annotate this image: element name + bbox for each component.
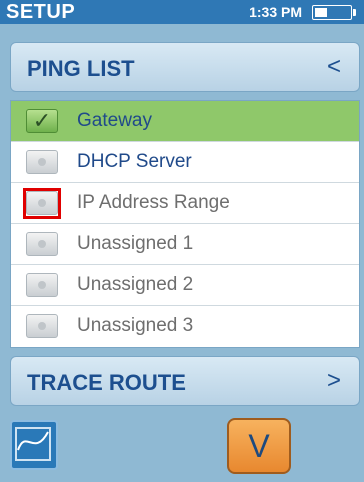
list-item-label: Unassigned 3 — [77, 315, 194, 336]
checkbox-dhcp-server[interactable] — [26, 150, 58, 174]
list-item-label: DHCP Server — [77, 151, 192, 172]
ping-list-label: PING LIST — [27, 56, 135, 81]
list-item-dhcp-server[interactable]: DHCP Server — [11, 142, 359, 183]
unchecked-dot-icon — [38, 281, 46, 289]
list-item-ip-address-range[interactable]: IP Address Range — [11, 183, 359, 224]
ping-list: ✓ Gateway DHCP Server IP Address Range U… — [10, 100, 360, 348]
trace-route-label: TRACE ROUTE — [27, 370, 186, 395]
checkbox-gateway[interactable]: ✓ — [26, 109, 58, 133]
chevron-left-icon: < — [326, 53, 341, 80]
clock: 1:33 PM — [249, 4, 302, 20]
status-bar: SETUP 1:33 PM — [0, 0, 364, 24]
list-item-label: Unassigned 2 — [77, 274, 194, 295]
battery-icon — [312, 5, 356, 20]
battery-level — [315, 8, 327, 17]
graph-button[interactable] — [10, 420, 58, 470]
checkbox-unassigned-3[interactable] — [26, 314, 58, 338]
selection-highlight — [23, 188, 61, 219]
unchecked-dot-icon — [38, 322, 46, 330]
graph-icon — [15, 427, 51, 461]
trace-route-button[interactable]: TRACE ROUTE > — [10, 356, 360, 406]
ping-list-button[interactable]: PING LIST < — [10, 42, 360, 92]
unchecked-dot-icon — [38, 240, 46, 248]
list-item-label: IP Address Range — [77, 192, 230, 213]
chevron-right-icon: > — [326, 367, 341, 394]
unchecked-dot-icon — [38, 158, 46, 166]
list-item-unassigned-2[interactable]: Unassigned 2 — [11, 265, 359, 306]
checkbox-unassigned-2[interactable] — [26, 273, 58, 297]
list-item-label: Unassigned 1 — [77, 233, 194, 254]
scroll-down-button[interactable]: V — [227, 418, 291, 474]
list-item-unassigned-3[interactable]: Unassigned 3 — [11, 306, 359, 347]
checkbox-unassigned-1[interactable] — [26, 232, 58, 256]
list-item-gateway[interactable]: ✓ Gateway — [11, 101, 359, 142]
battery-nub — [353, 9, 356, 16]
checkmark-icon: ✓ — [32, 108, 52, 133]
list-item-label: Gateway — [77, 110, 152, 131]
list-item-unassigned-1[interactable]: Unassigned 1 — [11, 224, 359, 265]
bottom-bar: V — [0, 418, 364, 482]
page-title: SETUP — [6, 1, 76, 23]
